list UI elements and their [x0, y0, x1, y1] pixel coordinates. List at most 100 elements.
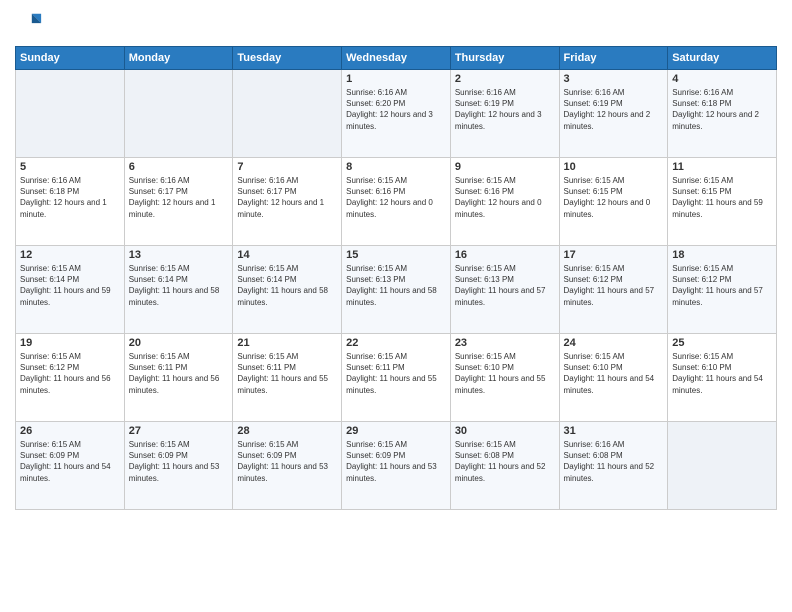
- calendar-week-row: 19 Sunrise: 6:15 AM Sunset: 6:12 PM Dayli…: [16, 334, 777, 422]
- calendar-cell: 10 Sunrise: 6:15 AM Sunset: 6:15 PM Dayli…: [559, 158, 668, 246]
- day-number: 13: [129, 249, 229, 261]
- day-number: 8: [346, 161, 446, 173]
- day-number: 12: [20, 249, 120, 261]
- day-info: Sunrise: 6:15 AM Sunset: 6:14 PM Dayligh…: [237, 263, 337, 308]
- calendar-cell: 4 Sunrise: 6:16 AM Sunset: 6:18 PM Daylig…: [668, 70, 777, 158]
- day-number: 16: [455, 249, 555, 261]
- day-number: 11: [672, 161, 772, 173]
- calendar-table: SundayMondayTuesdayWednesdayThursdayFrid…: [15, 46, 777, 510]
- weekday-header: Sunday: [16, 47, 125, 70]
- day-number: 10: [564, 161, 664, 173]
- day-number: 25: [672, 337, 772, 349]
- calendar-cell: 27Sunrise: 6:15 AM Sunset: 6:09 PM Dayli…: [124, 422, 233, 510]
- calendar-cell: 19 Sunrise: 6:15 AM Sunset: 6:12 PM Dayli…: [16, 334, 125, 422]
- day-info: Sunrise: 6:15 AM Sunset: 6:16 PM Dayligh…: [455, 175, 555, 220]
- calendar-cell: 5 Sunrise: 6:16 AM Sunset: 6:18 PM Daylig…: [16, 158, 125, 246]
- day-info: Sunrise: 6:15 AM Sunset: 6:10 PM Dayligh…: [564, 351, 664, 396]
- day-info: Sunrise: 6:15 AM Sunset: 6:10 PM Dayligh…: [455, 351, 555, 396]
- day-info: Sunrise: 6:16 AM Sunset: 6:19 PM Dayligh…: [564, 87, 664, 132]
- day-info: Sunrise: 6:15 AM Sunset: 6:09 PM Dayligh…: [20, 439, 120, 484]
- day-number: 6: [129, 161, 229, 173]
- calendar-cell: [124, 70, 233, 158]
- day-info: Sunrise: 6:15 AM Sunset: 6:13 PM Dayligh…: [346, 263, 446, 308]
- calendar-cell: 25 Sunrise: 6:15 AM Sunset: 6:10 PM Dayli…: [668, 334, 777, 422]
- logo-icon: [15, 10, 43, 38]
- day-number: 21: [237, 337, 337, 349]
- calendar-cell: [16, 70, 125, 158]
- weekday-header: Saturday: [668, 47, 777, 70]
- day-number: 23: [455, 337, 555, 349]
- weekday-row: SundayMondayTuesdayWednesdayThursdayFrid…: [16, 47, 777, 70]
- day-number: 24: [564, 337, 664, 349]
- day-info: Sunrise: 6:15 AM Sunset: 6:12 PM Dayligh…: [20, 351, 120, 396]
- day-number: 7: [237, 161, 337, 173]
- calendar-week-row: 5 Sunrise: 6:16 AM Sunset: 6:18 PM Daylig…: [16, 158, 777, 246]
- day-number: 15: [346, 249, 446, 261]
- day-info: Sunrise: 6:15 AM Sunset: 6:12 PM Dayligh…: [672, 263, 772, 308]
- day-info: Sunrise: 6:16 AM Sunset: 6:20 PM Dayligh…: [346, 87, 446, 132]
- day-number: 14: [237, 249, 337, 261]
- calendar-cell: 9 Sunrise: 6:15 AM Sunset: 6:16 PM Daylig…: [450, 158, 559, 246]
- calendar-cell: 13 Sunrise: 6:15 AM Sunset: 6:14 PM Dayli…: [124, 246, 233, 334]
- calendar-cell: 31 Sunrise: 6:16 AM Sunset: 6:08 PM Dayli…: [559, 422, 668, 510]
- day-number: 31: [564, 425, 664, 437]
- day-info: Sunrise: 6:16 AM Sunset: 6:18 PM Dayligh…: [672, 87, 772, 132]
- header: [15, 10, 777, 38]
- calendar-cell: 3 Sunrise: 6:16 AM Sunset: 6:19 PM Daylig…: [559, 70, 668, 158]
- day-info: Sunrise: 6:15 AM Sunset: 6:09 PM Dayligh…: [346, 439, 446, 484]
- day-info: Sunrise: 6:16 AM Sunset: 6:18 PM Dayligh…: [20, 175, 120, 220]
- day-number: 3: [564, 73, 664, 85]
- page: SundayMondayTuesdayWednesdayThursdayFrid…: [0, 0, 792, 612]
- calendar-body: 1 Sunrise: 6:16 AM Sunset: 6:20 PM Daylig…: [16, 70, 777, 510]
- calendar-cell: 28 Sunrise: 6:15 AM Sunset: 6:09 PM Dayli…: [233, 422, 342, 510]
- calendar-cell: 24 Sunrise: 6:15 AM Sunset: 6:10 PM Dayli…: [559, 334, 668, 422]
- day-info: Sunrise: 6:15 AM Sunset: 6:11 PM Dayligh…: [346, 351, 446, 396]
- day-number: 1: [346, 73, 446, 85]
- calendar-cell: 11 Sunrise: 6:15 AM Sunset: 6:15 PM Dayli…: [668, 158, 777, 246]
- calendar-cell: 22Sunrise: 6:15 AM Sunset: 6:11 PM Dayli…: [342, 334, 451, 422]
- day-number: 29: [346, 425, 446, 437]
- day-info: Sunrise: 6:15 AM Sunset: 6:14 PM Dayligh…: [129, 263, 229, 308]
- day-number: 4: [672, 73, 772, 85]
- calendar-cell: 2 Sunrise: 6:16 AM Sunset: 6:19 PM Daylig…: [450, 70, 559, 158]
- day-number: 17: [564, 249, 664, 261]
- day-info: Sunrise: 6:15 AM Sunset: 6:15 PM Dayligh…: [564, 175, 664, 220]
- calendar-cell: 17Sunrise: 6:15 AM Sunset: 6:12 PM Dayli…: [559, 246, 668, 334]
- day-info: Sunrise: 6:15 AM Sunset: 6:08 PM Dayligh…: [455, 439, 555, 484]
- day-info: Sunrise: 6:15 AM Sunset: 6:11 PM Dayligh…: [129, 351, 229, 396]
- day-number: 5: [20, 161, 120, 173]
- day-number: 28: [237, 425, 337, 437]
- weekday-header: Friday: [559, 47, 668, 70]
- day-info: Sunrise: 6:15 AM Sunset: 6:09 PM Dayligh…: [129, 439, 229, 484]
- day-number: 2: [455, 73, 555, 85]
- calendar-cell: 14 Sunrise: 6:15 AM Sunset: 6:14 PM Dayli…: [233, 246, 342, 334]
- day-number: 9: [455, 161, 555, 173]
- calendar-cell: 21 Sunrise: 6:15 AM Sunset: 6:11 PM Dayli…: [233, 334, 342, 422]
- day-number: 19: [20, 337, 120, 349]
- day-info: Sunrise: 6:15 AM Sunset: 6:13 PM Dayligh…: [455, 263, 555, 308]
- calendar-cell: 1 Sunrise: 6:16 AM Sunset: 6:20 PM Daylig…: [342, 70, 451, 158]
- logo: [15, 10, 47, 38]
- day-info: Sunrise: 6:16 AM Sunset: 6:17 PM Dayligh…: [237, 175, 337, 220]
- calendar-header: SundayMondayTuesdayWednesdayThursdayFrid…: [16, 47, 777, 70]
- calendar-cell: 6Sunrise: 6:16 AM Sunset: 6:17 PM Daylig…: [124, 158, 233, 246]
- calendar-cell: 26Sunrise: 6:15 AM Sunset: 6:09 PM Dayli…: [16, 422, 125, 510]
- calendar-cell: 20 Sunrise: 6:15 AM Sunset: 6:11 PM Dayli…: [124, 334, 233, 422]
- day-info: Sunrise: 6:15 AM Sunset: 6:11 PM Dayligh…: [237, 351, 337, 396]
- calendar-week-row: 26Sunrise: 6:15 AM Sunset: 6:09 PM Dayli…: [16, 422, 777, 510]
- day-info: Sunrise: 6:16 AM Sunset: 6:08 PM Dayligh…: [564, 439, 664, 484]
- day-info: Sunrise: 6:15 AM Sunset: 6:09 PM Dayligh…: [237, 439, 337, 484]
- day-number: 20: [129, 337, 229, 349]
- day-info: Sunrise: 6:15 AM Sunset: 6:10 PM Dayligh…: [672, 351, 772, 396]
- calendar-cell: 12Sunrise: 6:15 AM Sunset: 6:14 PM Dayli…: [16, 246, 125, 334]
- calendar-cell: 15 Sunrise: 6:15 AM Sunset: 6:13 PM Dayli…: [342, 246, 451, 334]
- calendar-cell: 23 Sunrise: 6:15 AM Sunset: 6:10 PM Dayli…: [450, 334, 559, 422]
- day-info: Sunrise: 6:15 AM Sunset: 6:15 PM Dayligh…: [672, 175, 772, 220]
- calendar-cell: 8Sunrise: 6:15 AM Sunset: 6:16 PM Daylig…: [342, 158, 451, 246]
- calendar-cell: 7 Sunrise: 6:16 AM Sunset: 6:17 PM Daylig…: [233, 158, 342, 246]
- calendar-week-row: 12 Sunrise: 6:15 AM Sunset: 6:14 PM Dayli…: [16, 246, 777, 334]
- calendar-cell: 16 Sunrise: 6:15 AM Sunset: 6:13 PM Dayli…: [450, 246, 559, 334]
- weekday-header: Monday: [124, 47, 233, 70]
- day-number: 18: [672, 249, 772, 261]
- day-info: Sunrise: 6:16 AM Sunset: 6:19 PM Dayligh…: [455, 87, 555, 132]
